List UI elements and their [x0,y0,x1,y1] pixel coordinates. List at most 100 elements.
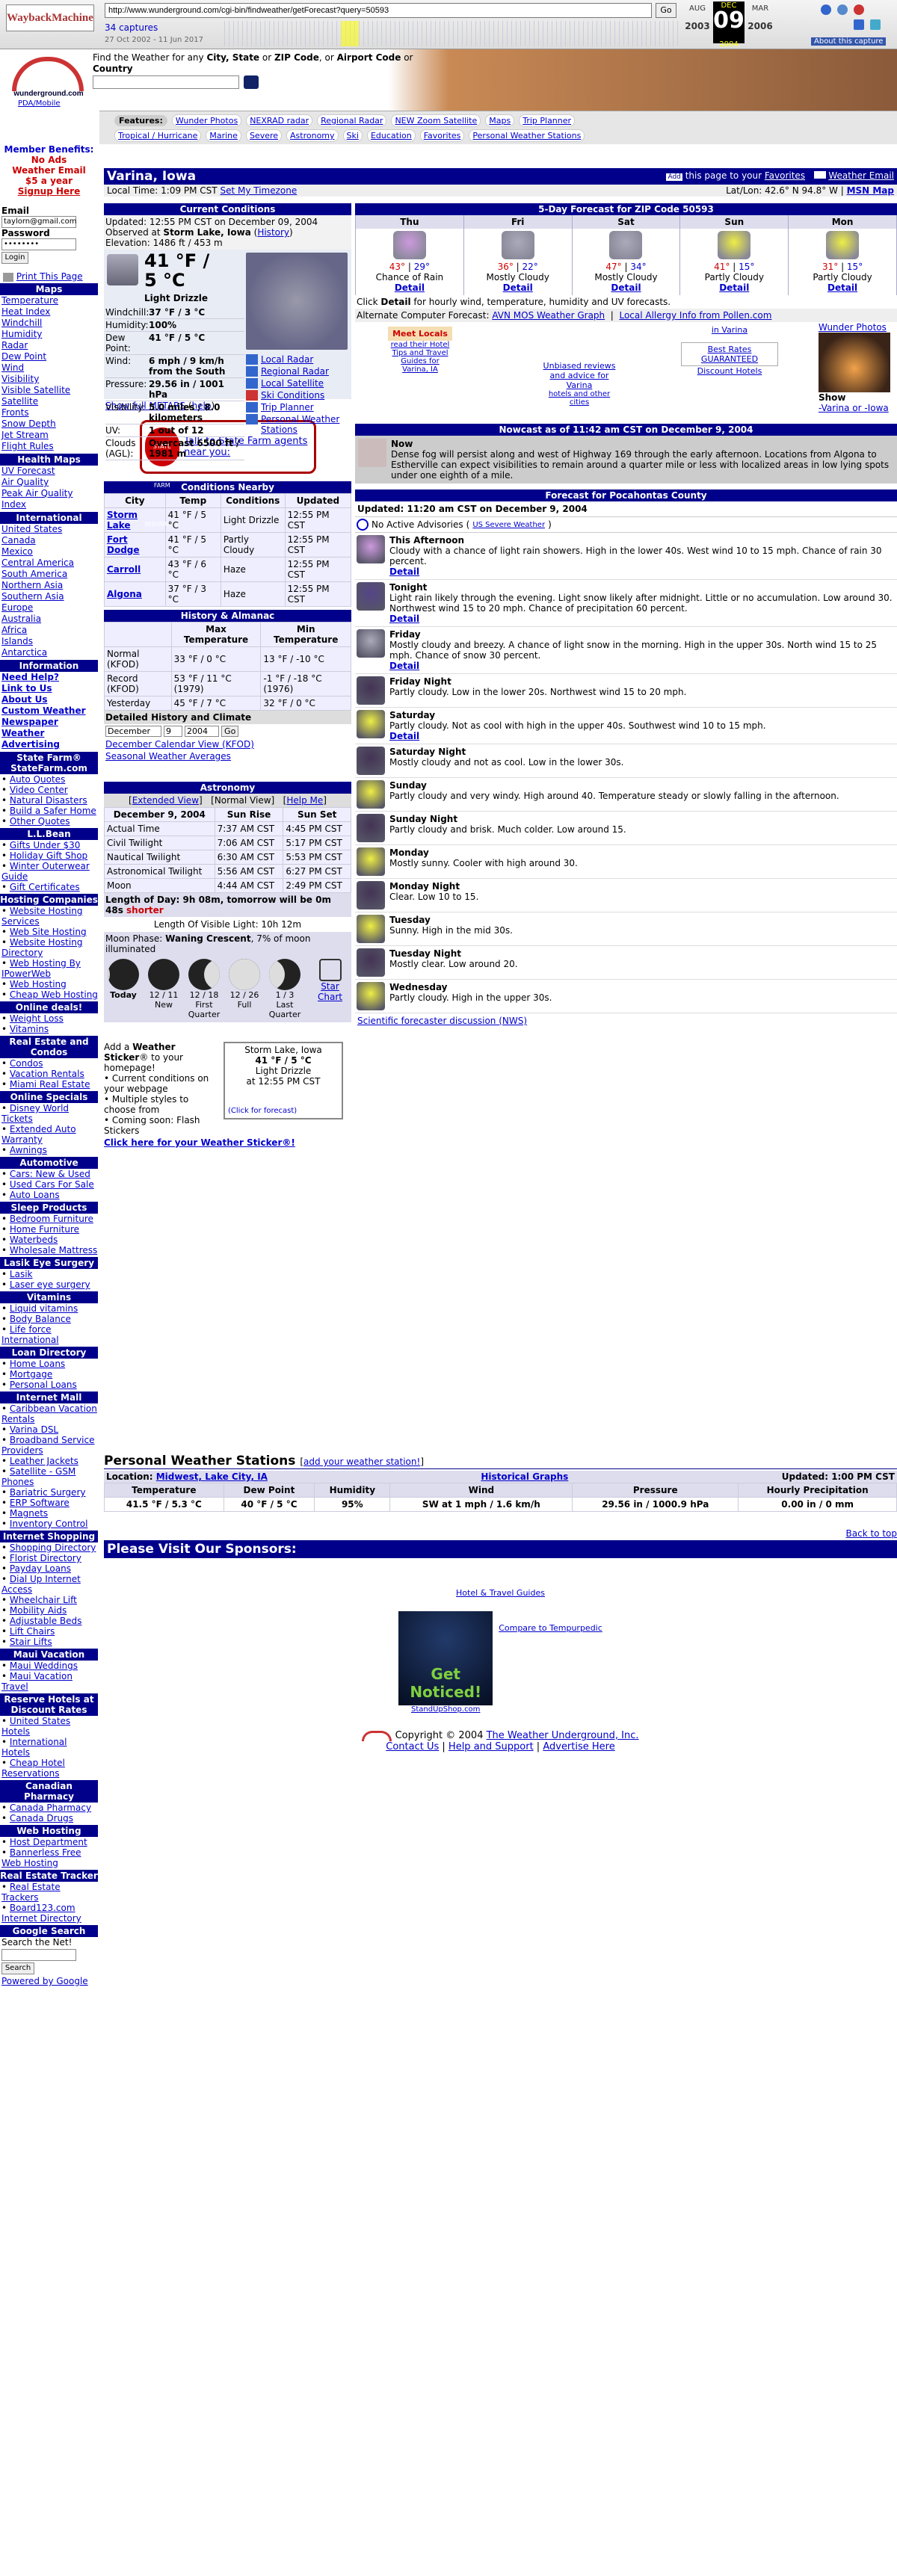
sponsor-link-text[interactable]: Vacation Rentals [10,1069,84,1079]
quick-link-label[interactable]: Personal Weather Stations [261,414,351,435]
sponsor-section-head[interactable]: Maui Vacation [0,1649,98,1661]
sponsor-link-text[interactable]: Leather Jackets [10,1456,78,1466]
sponsor-link-text[interactable]: Natural Disasters [10,795,87,806]
photo-thumbnail[interactable] [819,333,890,392]
twitter-icon[interactable] [870,19,881,30]
sponsor-link-text[interactable]: Cheap Hotel Reservations [1,1758,65,1779]
sponsor-link[interactable]: • Gifts Under $30 [0,840,98,850]
sponsor-link-text[interactable]: Wheelchair Lift [10,1595,77,1605]
wunderground-logo[interactable]: wunderground.com [4,55,93,99]
period-detail-link[interactable]: Detail [389,566,896,577]
quick-link-label[interactable]: Trip Planner [261,402,314,413]
sidebar-link[interactable]: Peak Air Quality Index [0,488,98,510]
avn-link[interactable]: AVN MOS Weather Graph [492,310,605,321]
sponsor-link[interactable]: • Web Site Hosting [0,927,98,937]
nav-link[interactable]: NEXRAD radar [246,114,313,127]
get-noticed-ad[interactable]: Get Noticed! [398,1611,493,1705]
sponsor-section-head[interactable]: Sleep Products [0,1202,98,1214]
wu-link[interactable]: The Weather Underground, Inc. [487,1730,639,1741]
nav-link[interactable]: Maps [485,114,515,127]
search-button[interactable] [244,75,259,89]
nav-link[interactable]: Astronomy [286,129,339,142]
sponsor-link[interactable]: • Awnings [0,1145,98,1155]
nav-link[interactable]: Favorites [419,129,465,142]
unbiased-link[interactable]: Unbiased reviews and advice for Varina [542,361,617,390]
sidebar-link[interactable]: Air Quality [0,477,98,488]
period-detail-link[interactable]: Detail [389,731,766,741]
sponsor-link[interactable]: • Website Hosting Services [0,906,98,927]
sidebar-link[interactable]: United States [0,524,98,535]
set-timezone-link[interactable]: Set My Timezone [220,185,297,196]
sponsor-link-text[interactable]: Cars: New & Used [10,1169,90,1179]
sponsor-link-text[interactable]: Satellite - GSM Phones [1,1466,75,1487]
facebook-icon[interactable] [854,19,864,30]
sponsor-link[interactable]: • Website Hosting Directory [0,937,98,958]
sponsor-link[interactable]: • Vacation Rentals [0,1069,98,1079]
sponsor-section-head[interactable]: Online deals! [0,1001,98,1013]
sponsor-link-text[interactable]: Used Cars For Sale [10,1179,94,1190]
sponsor-link[interactable]: • Vitamins [0,1024,98,1034]
quick-link[interactable]: Local Satellite [246,378,351,389]
sponsor-link[interactable]: • Canada Drugs [0,1813,98,1823]
sponsor-link[interactable]: • Extended Auto Warranty [0,1124,98,1145]
hotel-guides-link[interactable]: Hotel & Travel Guides [104,1588,897,1598]
sponsor-link[interactable]: • Cheap Web Hosting [0,989,98,1000]
sponsor-link-text[interactable]: Waterbeds [10,1235,58,1245]
sidebar-link[interactable]: Fronts [0,407,98,418]
sponsor-link[interactable]: • Personal Loans [0,1380,98,1390]
user-icon[interactable] [821,4,831,15]
sponsor-link[interactable]: • Build a Safer Home [0,806,98,816]
sponsor-link-text[interactable]: Canada Drugs [10,1813,73,1823]
sponsor-link-text[interactable]: Condos [10,1058,43,1069]
sidebar-link[interactable]: Wind [0,362,98,374]
sponsor-link-text[interactable]: Mobility Aids [10,1605,67,1616]
sponsor-link-text[interactable]: Maui Weddings [10,1661,78,1671]
weather-email-link[interactable]: Weather Email [828,170,894,181]
sponsor-link-text[interactable]: Web Hosting By IPowerWeb [1,958,81,979]
calendar-link[interactable]: December Calendar View (KFOD) [104,738,351,750]
sponsor-link-text[interactable]: Extended Auto Warranty [1,1124,76,1145]
sponsor-section-head[interactable]: Web Hosting [0,1825,98,1837]
sponsor-link[interactable]: • Shopping Directory [0,1542,98,1553]
star-chart-link[interactable]: Star Chart [318,981,342,1002]
sponsor-link[interactable]: • Board123.com Internet Directory [0,1903,98,1924]
sponsor-link[interactable]: • Wholesale Mattress [0,1245,98,1255]
sponsor-link-text[interactable]: Florist Directory [10,1553,81,1563]
nav-link[interactable]: Wunder Photos [171,114,242,127]
quick-link[interactable]: Regional Radar [246,366,351,377]
month-select[interactable]: December [105,726,162,737]
sidebar-link[interactable]: Jet Stream [0,430,98,441]
historical-graphs-link[interactable]: Historical Graphs [481,1471,568,1482]
print-link[interactable]: Print This Page [16,271,83,282]
sponsor-link[interactable]: • Adjustable Beds [0,1616,98,1626]
sponsor-link-text[interactable]: Web Hosting [10,979,67,989]
sponsor-section-head[interactable]: Automotive [0,1157,98,1169]
sponsor-link[interactable]: • Satellite - GSM Phones [0,1466,98,1487]
sponsor-link-text[interactable]: Auto Loans [10,1190,60,1200]
sponsor-section-head[interactable]: State Farm® StateFarm.com [0,752,98,774]
extended-view-link[interactable]: Extended View [132,795,199,806]
sponsor-link[interactable]: • Inventory Control [0,1519,98,1529]
back-to-top-link[interactable]: Back to top [846,1528,897,1539]
sponsor-link[interactable]: • Real Estate Trackers [0,1882,98,1903]
help-support-link[interactable]: Help and Support [449,1741,534,1752]
sidebar-link[interactable]: Canada [0,535,98,546]
sidebar-link[interactable]: Satellite [0,396,98,407]
show-links[interactable]: -Varina or -Iowa [819,403,896,413]
sponsor-link[interactable]: • Bedroom Furniture [0,1214,98,1224]
sponsor-link[interactable]: • Cheap Hotel Reservations [0,1758,98,1779]
standup-link[interactable]: StandUpShop.com [398,1705,493,1714]
nav-link[interactable]: Regional Radar [317,114,387,127]
sponsor-link[interactable]: • Stair Lifts [0,1637,98,1647]
google-search-button[interactable]: Search [1,1962,34,1974]
sponsor-link-text[interactable]: Bedroom Furniture [10,1214,93,1224]
sponsor-link[interactable]: • Gift Certificates [0,882,98,892]
contact-link[interactable]: Contact Us [386,1741,439,1752]
sponsor-link-text[interactable]: Auto Quotes [10,774,65,785]
sponsor-link[interactable]: • United States Hotels [0,1716,98,1737]
table-cell[interactable]: Algona [104,581,166,607]
sponsor-link[interactable]: • Body Balance [0,1314,98,1324]
sponsor-link-text[interactable]: Gifts Under $30 [10,840,80,850]
google-search-input[interactable] [1,1949,76,1961]
sticker-click[interactable]: (Click for forecast) [228,1106,297,1116]
